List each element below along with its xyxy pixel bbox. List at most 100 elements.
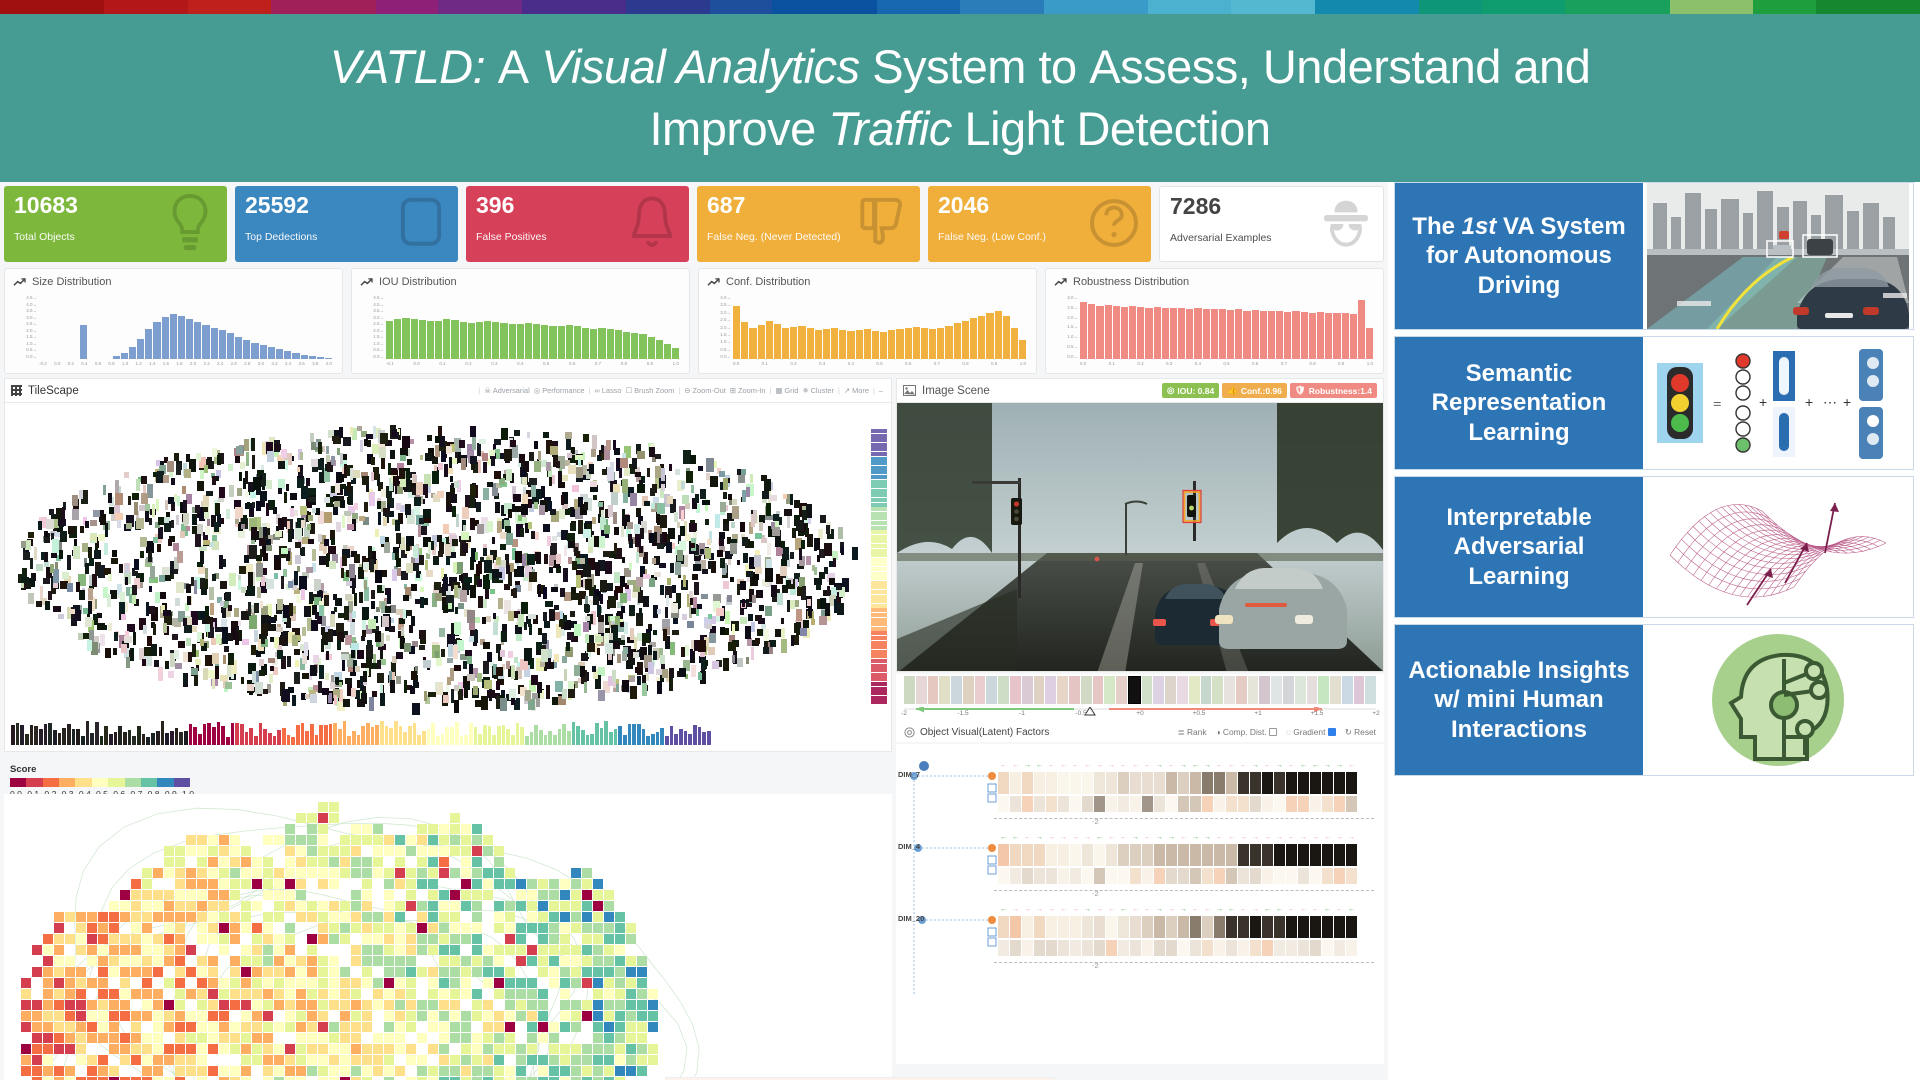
tile[interactable] [612, 641, 620, 650]
tile[interactable] [328, 692, 332, 704]
heatmap-cell[interactable] [131, 1044, 141, 1054]
heatmap-cell[interactable] [384, 967, 394, 977]
heatmap-cell[interactable] [351, 890, 361, 900]
heatmap-cell[interactable] [571, 912, 581, 922]
heatmap-cell[interactable] [98, 1022, 108, 1032]
tile[interactable] [398, 468, 406, 479]
heatmap-cell[interactable] [230, 879, 240, 889]
tile[interactable] [464, 576, 472, 583]
tile[interactable] [52, 539, 59, 553]
dim-tile[interactable] [1178, 844, 1189, 866]
heatmap-cell[interactable] [318, 1066, 328, 1076]
heatmap-cell[interactable] [131, 956, 141, 966]
heatmap-cell[interactable] [197, 912, 207, 922]
heatmap-cell[interactable] [505, 945, 515, 955]
tile[interactable] [193, 580, 198, 594]
tile[interactable] [453, 665, 462, 671]
heatmap-cell[interactable] [384, 1055, 394, 1065]
tile[interactable] [163, 622, 168, 634]
tile[interactable] [500, 631, 508, 643]
heatmap-cell[interactable] [175, 978, 185, 988]
tile[interactable] [267, 657, 276, 664]
latent-thumbnail[interactable] [1127, 676, 1141, 704]
heatmap-cell[interactable] [494, 879, 504, 889]
tile[interactable] [300, 486, 309, 500]
tile[interactable] [559, 588, 565, 597]
heatmap-cell[interactable] [527, 901, 537, 911]
tile[interactable] [105, 648, 111, 658]
tile[interactable] [195, 649, 200, 658]
heatmap-cell[interactable] [450, 967, 460, 977]
tile[interactable] [753, 509, 757, 524]
heatmap-cell[interactable] [571, 923, 581, 933]
tile[interactable] [296, 466, 300, 473]
heatmap-cell[interactable] [582, 912, 592, 922]
tile[interactable] [194, 659, 202, 666]
heatmap-cell[interactable] [582, 923, 592, 933]
heatmap-cell[interactable] [648, 1044, 658, 1054]
dim-tile[interactable] [1214, 868, 1225, 884]
tile[interactable] [402, 608, 406, 620]
tile[interactable] [463, 661, 467, 670]
dim-tile[interactable] [1082, 796, 1093, 812]
tile[interactable] [265, 503, 269, 516]
tile[interactable] [282, 605, 289, 618]
heatmap-cell[interactable] [494, 1011, 504, 1021]
tile[interactable] [794, 578, 799, 587]
heatmap-cell[interactable] [593, 1033, 603, 1043]
tile[interactable] [200, 587, 207, 595]
tile[interactable] [780, 566, 788, 576]
tile[interactable] [786, 515, 790, 528]
tile[interactable] [208, 586, 214, 601]
tile[interactable] [620, 605, 625, 613]
tile[interactable] [211, 652, 220, 664]
heatmap-cell[interactable] [296, 912, 306, 922]
heatmap-cell[interactable] [296, 967, 306, 977]
dim-tile[interactable] [1058, 868, 1069, 884]
heatmap-cell[interactable] [538, 1033, 548, 1043]
dim-tile[interactable] [1262, 868, 1273, 884]
heatmap-cell[interactable] [439, 945, 449, 955]
heatmap-cell[interactable] [406, 868, 416, 878]
tile[interactable] [372, 425, 377, 440]
tile[interactable] [204, 567, 209, 579]
heatmap-cell[interactable] [296, 846, 306, 856]
tile[interactable] [652, 629, 657, 635]
tile[interactable] [705, 518, 710, 525]
tile[interactable] [423, 517, 431, 523]
tile[interactable] [527, 521, 532, 530]
tile[interactable] [543, 431, 549, 438]
heatmap-cell[interactable] [494, 868, 504, 878]
heatmap-cell[interactable] [615, 1011, 625, 1021]
heatmap-cell[interactable] [417, 879, 427, 889]
heatmap-cell[interactable] [230, 890, 240, 900]
heatmap-cell[interactable] [307, 989, 317, 999]
heatmap-cell[interactable] [637, 1066, 647, 1076]
tilescape-tool-grid[interactable]: ▦ Grid [775, 386, 798, 395]
tile[interactable] [25, 582, 32, 590]
tile[interactable] [612, 511, 618, 525]
tile[interactable] [653, 651, 658, 660]
dim-tile[interactable] [1118, 796, 1129, 812]
tile[interactable] [324, 538, 329, 547]
tile[interactable] [292, 606, 296, 614]
tile[interactable] [44, 600, 50, 611]
heatmap-cell[interactable] [406, 846, 416, 856]
heatmap-cell[interactable] [109, 901, 119, 911]
heatmap-cell[interactable] [307, 945, 317, 955]
tile[interactable] [194, 534, 201, 547]
tile[interactable] [444, 464, 448, 477]
tile[interactable] [728, 641, 736, 651]
heatmap-cell[interactable] [131, 1033, 141, 1043]
heatmap-cell[interactable] [538, 923, 548, 933]
tile[interactable] [205, 526, 211, 536]
tile[interactable] [795, 608, 802, 621]
tile[interactable] [751, 622, 755, 633]
heatmap-cell[interactable] [329, 1033, 339, 1043]
dims-panel[interactable]: DIM_7 ← ← → ← ← ← ← ← → → ← ← ← → ← → ← → ← ← ← → ← → ← ← ← → → ← -2 DIM… [896, 744, 1384, 1064]
heatmap-cell[interactable] [54, 923, 64, 933]
heatmap-cell[interactable] [604, 967, 614, 977]
heatmap-cell[interactable] [384, 1066, 394, 1076]
tile[interactable] [548, 476, 553, 487]
tile[interactable] [690, 484, 695, 494]
